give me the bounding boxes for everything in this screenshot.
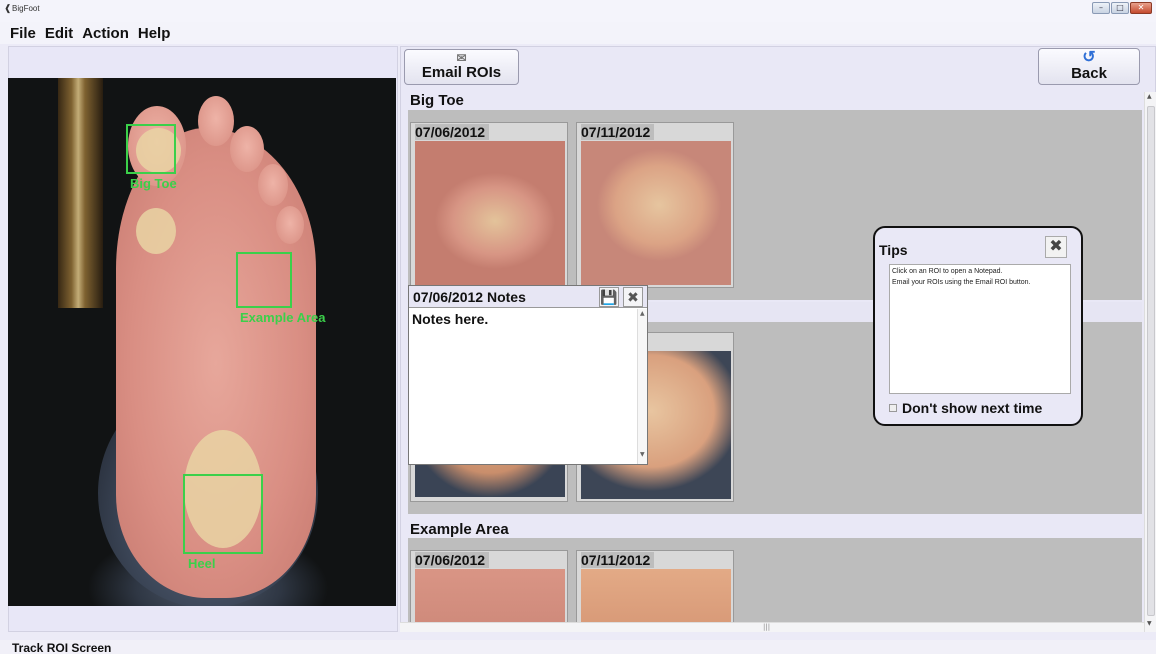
section-title-example-area: Example Area	[410, 521, 509, 538]
back-arrow-icon: ↺	[1082, 49, 1096, 66]
tips-line: Email your ROIs using the Email ROI butt…	[892, 279, 1031, 286]
foot-photo: Big Toe Example Area Heel	[8, 78, 396, 606]
scroll-down-icon[interactable]: ▼	[1147, 620, 1152, 627]
thumbnail-big-toe-2[interactable]: 07/11/2012	[576, 122, 734, 288]
thumbnail-photo	[415, 569, 565, 625]
background-wood	[58, 78, 103, 308]
notes-header: 07/06/2012 Notes 💾 ✖	[409, 286, 647, 308]
roi-label-big-toe: Big Toe	[130, 176, 177, 191]
thumbnail-example-2[interactable]: 07/11/2012	[576, 550, 734, 625]
tips-close-icon[interactable]: ✖	[1045, 236, 1067, 258]
toe-3-shape	[230, 126, 264, 172]
roi-label-heel: Heel	[188, 556, 216, 571]
maximize-button[interactable]: □	[1111, 2, 1129, 14]
window-controls: – □ ✕	[1092, 2, 1152, 14]
title-bar: ❰ BigFoot – □ ✕	[0, 0, 1156, 22]
dont-show-checkbox[interactable]	[889, 404, 897, 412]
toe-5-shape	[276, 206, 304, 244]
envelope-icon: ✉	[456, 51, 467, 65]
app-icon: ❰	[4, 3, 12, 13]
scroll-grip-icon[interactable]: |||	[763, 623, 770, 631]
close-icon[interactable]: ✖	[623, 287, 643, 307]
thumbnail-photo	[415, 141, 565, 285]
notes-title: 07/06/2012 Notes	[413, 289, 526, 305]
notes-scroll-up-icon[interactable]: ▲	[640, 310, 645, 317]
tips-title: Tips	[879, 242, 908, 258]
thumbnail-date: 07/06/2012	[415, 124, 490, 140]
vertical-scrollbar[interactable]: ▲ ▼	[1144, 92, 1156, 632]
tips-window: Tips ✖ Click on an ROI to open a Notepad…	[873, 226, 1083, 426]
thumbnail-date: 07/06/2012	[415, 552, 490, 568]
roi-box-big-toe[interactable]	[126, 124, 176, 174]
menu-bar: File Edit Action Help	[0, 22, 1156, 44]
toe-2-shape	[198, 96, 234, 146]
window-title: BigFoot	[12, 4, 40, 13]
status-bar: Track ROI Screen	[0, 640, 1156, 654]
back-label: Back	[1071, 65, 1107, 82]
thumbnail-photo	[581, 141, 731, 285]
section-title-big-toe: Big Toe	[410, 92, 464, 109]
menu-help[interactable]: Help	[136, 22, 178, 44]
scroll-up-icon[interactable]: ▲	[1147, 93, 1152, 100]
toe-4-shape	[258, 164, 288, 206]
notes-scroll-down-icon[interactable]: ▼	[640, 451, 645, 458]
menu-file[interactable]: File	[8, 22, 43, 44]
menu-action[interactable]: Action	[80, 22, 136, 44]
save-icon[interactable]: 💾	[599, 287, 619, 307]
thumbnail-example-1[interactable]: 07/06/2012	[410, 550, 568, 625]
thumbnail-date: 07/11/2012	[581, 552, 655, 568]
tips-content: Click on an ROI to open a Notepad. Email…	[889, 264, 1071, 394]
menu-edit[interactable]: Edit	[43, 22, 80, 44]
callus-ball	[136, 208, 176, 254]
dont-show-option[interactable]: Don't show next time	[889, 400, 1042, 416]
email-rois-label: Email ROIs	[421, 64, 502, 81]
app-window: ❰ BigFoot – □ ✕ File Edit Action Help Bi…	[0, 0, 1156, 654]
roi-box-example-area[interactable]	[236, 252, 292, 308]
horizontal-scrollbar[interactable]: |||	[400, 622, 1144, 632]
status-text: Track ROI Screen	[12, 641, 112, 654]
notes-window: 07/06/2012 Notes 💾 ✖ Notes here. ▲ ▼	[408, 285, 648, 465]
tips-line: Click on an ROI to open a Notepad.	[892, 268, 1003, 275]
close-window-button[interactable]: ✕	[1130, 2, 1152, 14]
notes-scrollbar[interactable]: ▲ ▼	[637, 309, 647, 464]
minimize-button[interactable]: –	[1092, 2, 1110, 14]
thumbnail-date: 07/11/2012	[581, 124, 655, 140]
thumbnail-big-toe-1[interactable]: 07/06/2012	[410, 122, 568, 288]
roi-box-heel[interactable]	[183, 474, 263, 554]
roi-label-example-area: Example Area	[240, 310, 326, 325]
scroll-thumb[interactable]	[1147, 106, 1155, 616]
dont-show-label: Don't show next time	[902, 400, 1043, 416]
back-button[interactable]: ↺ Back	[1038, 48, 1140, 85]
email-rois-button[interactable]: ✉ Email ROIs	[404, 49, 519, 85]
notes-textarea[interactable]: Notes here.	[412, 311, 488, 327]
thumbnail-photo	[581, 569, 731, 625]
